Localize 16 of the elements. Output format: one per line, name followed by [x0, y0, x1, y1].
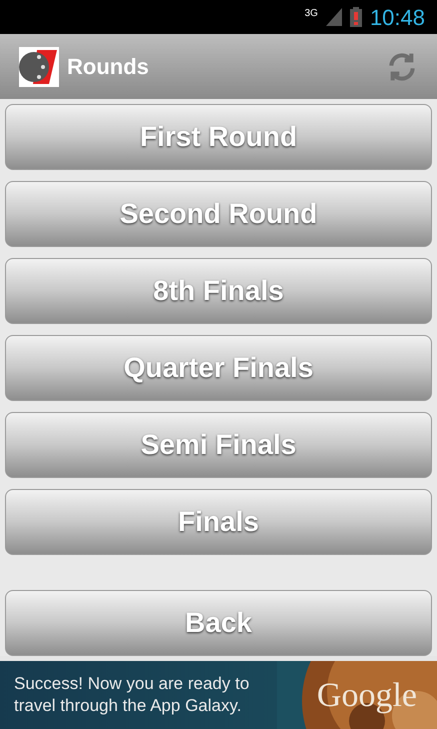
screen-title: Rounds — [67, 53, 150, 82]
round-button[interactable]: Finals — [5, 489, 432, 556]
battery-icon — [350, 7, 362, 28]
network-label: 3G — [304, 7, 318, 21]
clock: 10:48 — [370, 4, 425, 32]
ad-banner[interactable]: Success! Now you are ready to travel through the App Galaxy. Google — [0, 661, 437, 729]
round-button[interactable]: Quarter Finals — [5, 335, 432, 402]
round-button[interactable]: 8th Finals — [5, 258, 432, 324]
round-button[interactable]: Second Round — [5, 181, 432, 248]
round-button[interactable]: First Round — [5, 104, 432, 170]
app-logo-icon — [19, 46, 59, 87]
round-button[interactable]: Semi Finals — [5, 412, 432, 478]
signal-icon — [326, 8, 342, 26]
ad-text: Success! Now you are ready to travel through the App Galaxy. — [13, 673, 250, 718]
back-button[interactable]: Back — [5, 590, 432, 656]
brand-logo: Google — [316, 676, 417, 716]
